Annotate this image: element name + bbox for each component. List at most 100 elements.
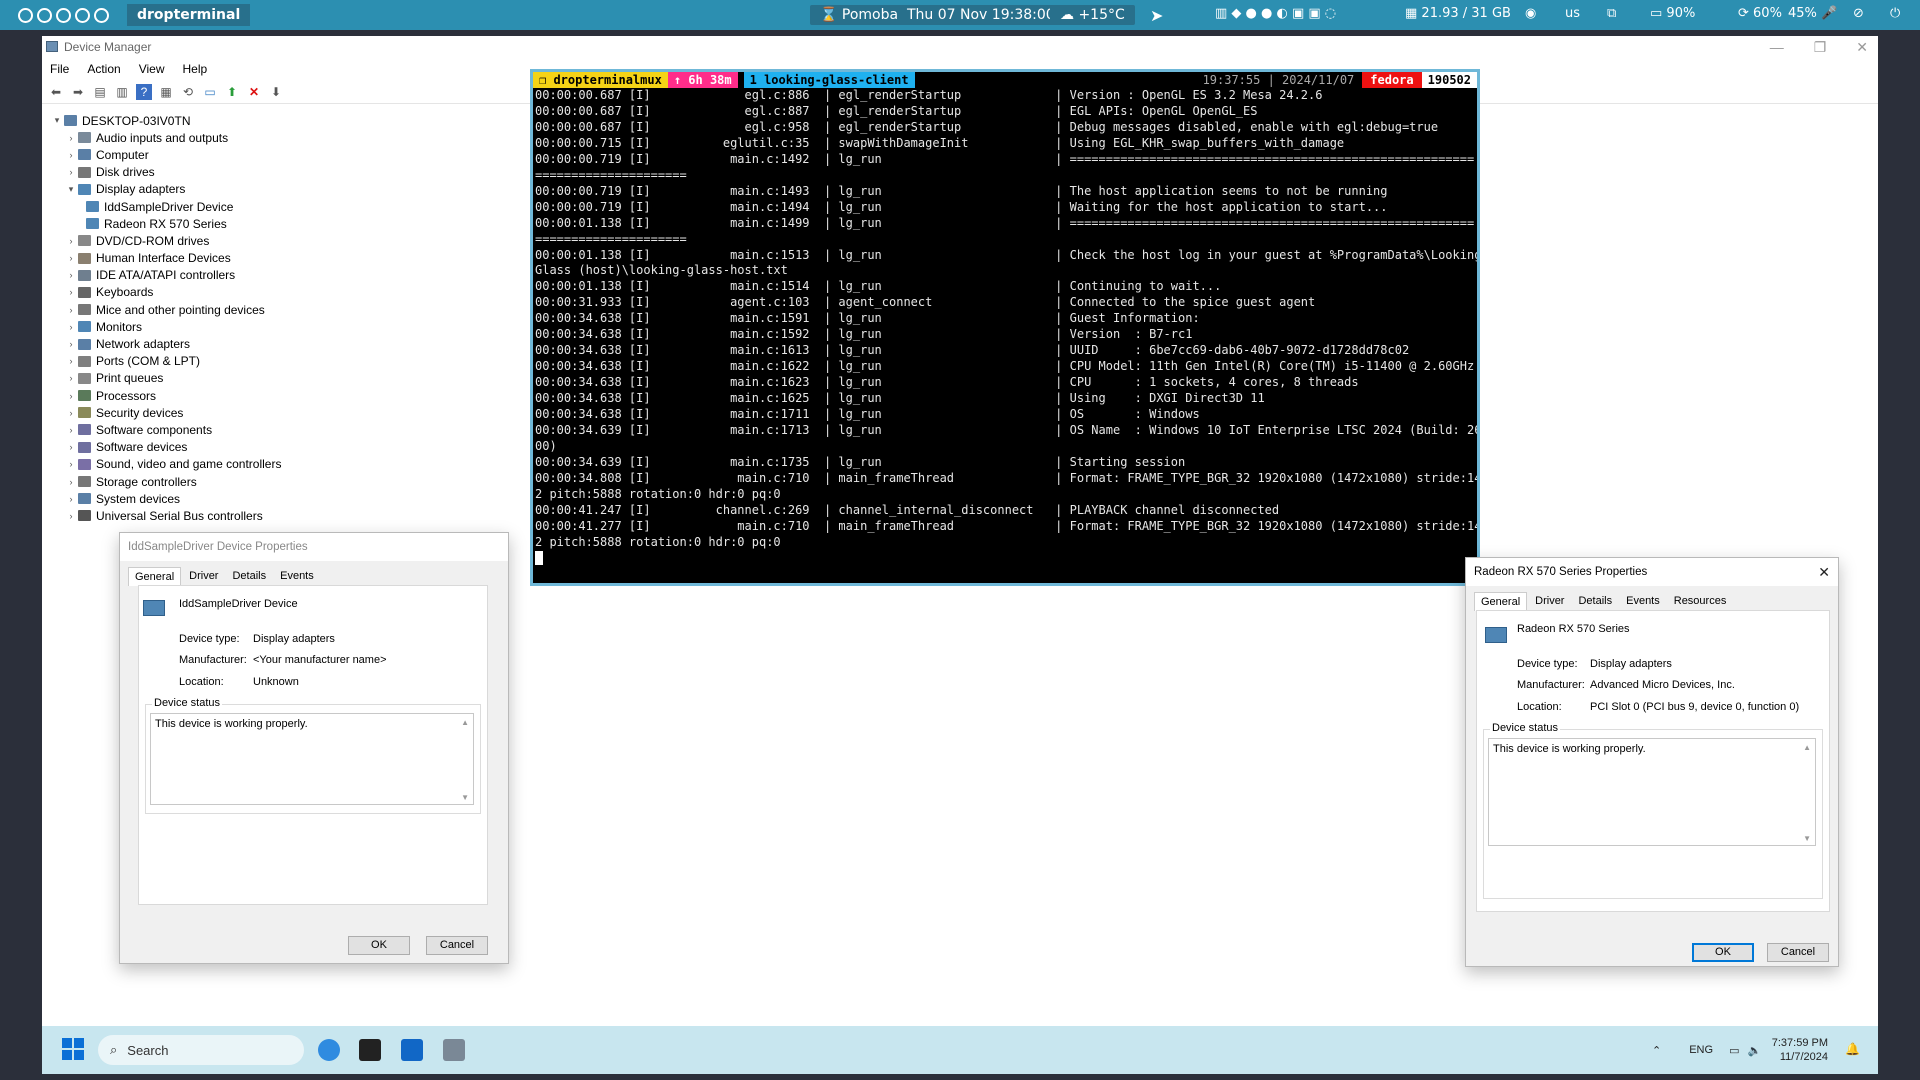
expand-icon[interactable]: ›: [64, 494, 78, 504]
expand-icon[interactable]: ›: [64, 150, 78, 160]
tab-general[interactable]: General: [128, 567, 182, 586]
tree-category[interactable]: › Universal Serial Bus controllers: [50, 507, 281, 524]
expand-icon[interactable]: ›: [64, 356, 78, 366]
tab-details[interactable]: Details: [226, 567, 272, 586]
tree-category[interactable]: ▾ Display adapters: [50, 181, 281, 198]
tree-category[interactable]: › Human Interface Devices: [50, 250, 281, 267]
expand-icon[interactable]: ›: [64, 339, 78, 349]
menu-action[interactable]: Action: [87, 62, 120, 76]
show-hide-tree-icon[interactable]: ▤: [92, 84, 108, 100]
expand-icon[interactable]: ›: [64, 459, 78, 469]
radeon-ok-button[interactable]: OK: [1692, 943, 1754, 962]
tree-category[interactable]: › Ports (COM & LPT): [50, 353, 281, 370]
windows-start-icon[interactable]: [62, 1038, 84, 1060]
expand-icon[interactable]: ›: [64, 408, 78, 418]
forward-icon[interactable]: ➡: [70, 84, 86, 100]
store-app-icon[interactable]: [401, 1039, 423, 1061]
notifications-off-icon[interactable]: ⊘: [1853, 6, 1864, 21]
battery-2-widget[interactable]: ⟳ 60%: [1738, 6, 1782, 21]
close-icon[interactable]: ✕: [1818, 558, 1830, 586]
menu-file[interactable]: File: [50, 62, 69, 76]
tree-category[interactable]: › Storage controllers: [50, 473, 281, 490]
tree-category[interactable]: › Monitors: [50, 318, 281, 335]
expand-icon[interactable]: ›: [64, 442, 78, 452]
terminal-prompt[interactable]: [533, 551, 1477, 567]
tree-device[interactable]: IddSampleDriver Device: [50, 198, 281, 215]
help-icon[interactable]: ?: [136, 83, 152, 100]
tree-category[interactable]: › Security devices: [50, 404, 281, 421]
network-icon[interactable]: ▭: [1729, 1044, 1739, 1057]
scan-hardware-icon[interactable]: ⟲: [180, 84, 196, 100]
keyboard-layout[interactable]: us: [1565, 6, 1580, 21]
expand-icon[interactable]: ›: [64, 477, 78, 487]
language-indicator[interactable]: ENG: [1689, 1044, 1713, 1056]
idd-status-box[interactable]: This device is working properly. ▲ ▼: [150, 713, 474, 805]
uninstall-icon[interactable]: ✕: [246, 84, 262, 100]
memory-widget[interactable]: ▦ 21.93 / 31 GB: [1405, 6, 1511, 21]
tab-driver[interactable]: Driver: [1529, 592, 1570, 611]
eye-icon[interactable]: ◉: [1525, 6, 1536, 21]
weather-widget[interactable]: ☁ +15°C: [1050, 5, 1135, 25]
maximize-icon[interactable]: ❐: [1814, 36, 1827, 58]
radeon-status-box[interactable]: This device is working properly. ▲ ▼: [1488, 738, 1816, 846]
disable-device-icon[interactable]: ⬇: [268, 84, 284, 100]
device-manager-taskbar-icon[interactable]: [443, 1039, 465, 1061]
expand-icon[interactable]: ›: [64, 322, 78, 332]
menu-help[interactable]: Help: [183, 62, 208, 76]
expand-icon[interactable]: ›: [64, 236, 78, 246]
brightness-widget[interactable]: 45% 🎤: [1788, 6, 1837, 21]
tab-resources[interactable]: Resources: [1668, 592, 1733, 611]
tab-driver[interactable]: Driver: [183, 567, 224, 586]
menu-view[interactable]: View: [139, 62, 165, 76]
expand-icon[interactable]: ›: [64, 167, 78, 177]
tree-category[interactable]: › Software devices: [50, 439, 281, 456]
minimize-icon[interactable]: —: [1770, 36, 1784, 58]
tab-events[interactable]: Events: [1620, 592, 1666, 611]
tree-category[interactable]: › Mice and other pointing devices: [50, 301, 281, 318]
expand-icon[interactable]: ›: [64, 373, 78, 383]
tab-details[interactable]: Details: [1572, 592, 1618, 611]
workspace-4-icon[interactable]: [75, 7, 90, 23]
terminal-app-icon[interactable]: [359, 1039, 381, 1061]
tree-category[interactable]: › Disk drives: [50, 164, 281, 181]
network-icon[interactable]: ⧉: [1607, 6, 1616, 21]
scroll-up-icon[interactable]: ▲: [1803, 743, 1811, 752]
taskbar-search-box[interactable]: ⌕ Search: [98, 1035, 304, 1065]
back-icon[interactable]: ⬅: [48, 84, 64, 100]
workspace-1-icon[interactable]: [18, 7, 33, 23]
expand-icon[interactable]: ›: [64, 287, 78, 297]
tree-category[interactable]: › Keyboards: [50, 284, 281, 301]
tree-category[interactable]: › Computer: [50, 146, 281, 163]
radeon-cancel-button[interactable]: Cancel: [1767, 943, 1829, 962]
notification-bell-icon[interactable]: 🔔: [1845, 1042, 1860, 1056]
clock-widget[interactable]: Thu 07 Nov 19:38:00: [897, 5, 1065, 25]
collapse-icon[interactable]: ▾: [50, 115, 64, 126]
update-driver-icon[interactable]: ⬆: [224, 84, 240, 100]
tab-general[interactable]: General: [1474, 592, 1528, 611]
tree-category[interactable]: › System devices: [50, 490, 281, 507]
power-icon[interactable]: ⏻: [1890, 6, 1900, 21]
tree-category[interactable]: › Sound, video and game controllers: [50, 456, 282, 473]
tree-category[interactable]: › Audio inputs and outputs: [50, 129, 281, 146]
terminal-window[interactable]: ❐ dropterminalmux ↑ 6h 38m 1 looking-gla…: [530, 69, 1480, 586]
close-icon[interactable]: ✕: [1856, 36, 1868, 58]
tree-category[interactable]: › IDE ATA/ATAPI controllers: [50, 267, 281, 284]
tray-icons-group[interactable]: ▥ ◆ ● ● ◐ ▣ ▣ ◌: [1215, 6, 1336, 21]
properties-icon[interactable]: ▥: [114, 84, 130, 100]
workspace-5-icon[interactable]: [94, 7, 109, 23]
idd-ok-button[interactable]: OK: [348, 936, 410, 955]
tab-events[interactable]: Events: [274, 567, 320, 586]
edge-browser-icon[interactable]: [318, 1039, 340, 1061]
workspace-3-icon[interactable]: [56, 7, 71, 23]
battery-widget[interactable]: ▭ 90%: [1650, 6, 1695, 21]
workspace-2-icon[interactable]: [37, 7, 52, 23]
expand-icon[interactable]: ›: [64, 253, 78, 263]
expand-icon[interactable]: ›: [64, 425, 78, 435]
tree-device[interactable]: Radeon RX 570 Series: [50, 215, 281, 232]
tmux-window-tab[interactable]: 1 looking-glass-client: [743, 72, 915, 88]
scroll-down-icon[interactable]: ▼: [461, 793, 469, 802]
monitor-icon[interactable]: ▭: [202, 84, 218, 100]
tree-category[interactable]: › Software components: [50, 421, 281, 438]
workspace-indicators[interactable]: [18, 7, 109, 23]
tree-root[interactable]: ▾ DESKTOP-03IV0TN: [50, 112, 281, 129]
